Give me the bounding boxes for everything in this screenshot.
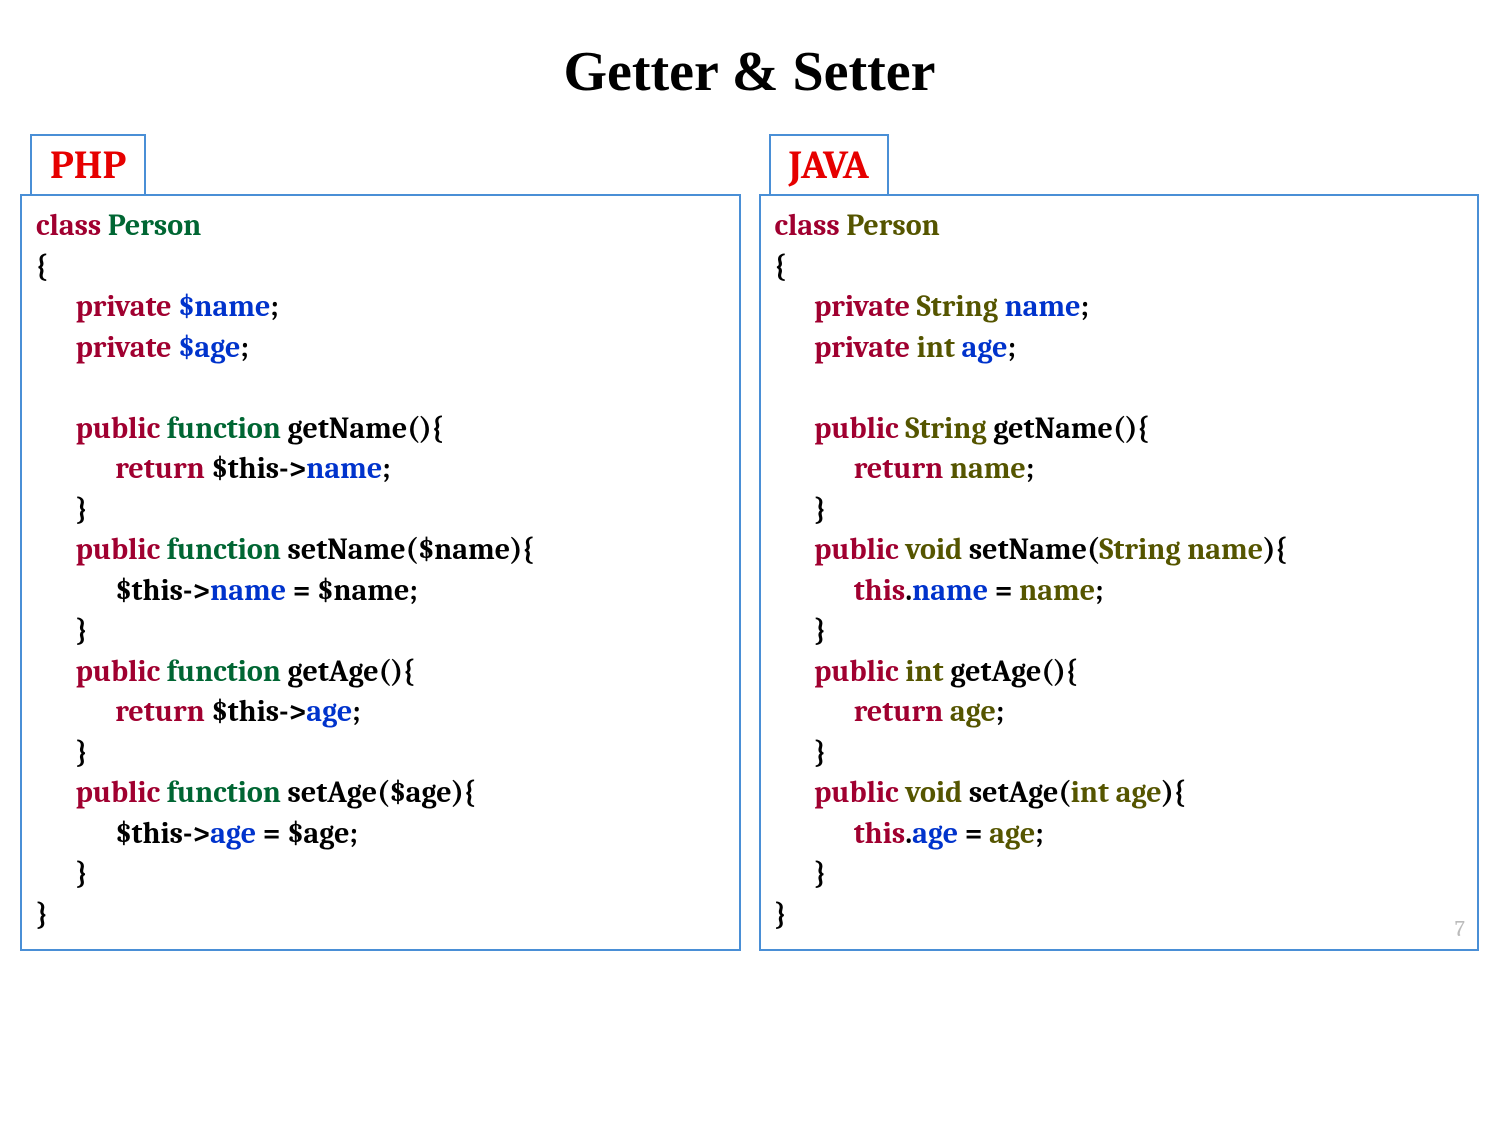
code-token: age [962, 330, 1008, 365]
code-token: function [167, 654, 288, 689]
code-token: this [775, 816, 906, 851]
code-token: ; [240, 330, 248, 365]
code-token: return [775, 451, 950, 486]
code-token: ; [1095, 573, 1103, 608]
code-token: ; [1081, 289, 1089, 324]
code-token: $this-> [211, 451, 306, 486]
code-token: public [775, 411, 906, 446]
code-token: setName( [969, 532, 1099, 567]
code-token: = $name; [286, 573, 418, 608]
code-token: private [775, 289, 917, 324]
code-token: getAge(){ [950, 654, 1077, 689]
code-token: } [36, 856, 87, 891]
code-token: void [905, 775, 969, 810]
columns: PHP class Person { private $name; privat… [20, 134, 1479, 951]
code-token: $this-> [211, 694, 306, 729]
code-token: name [1005, 289, 1081, 324]
code-token: } [775, 613, 826, 648]
code-token: { [775, 249, 787, 284]
code-token: $age [178, 330, 240, 365]
code-token: String [917, 289, 1005, 324]
code-token: age [210, 816, 256, 851]
code-token: name [210, 573, 286, 608]
code-token: private [36, 330, 178, 365]
code-token: } [36, 897, 48, 932]
code-token: ; [270, 289, 278, 324]
code-token: class [775, 208, 847, 243]
code-token: getName(){ [288, 411, 444, 446]
java-code-box: class Person { private String name; priv… [759, 194, 1480, 951]
code-token: function [167, 532, 288, 567]
code-token: ; [996, 694, 1004, 729]
code-token: class [36, 208, 101, 243]
java-label: JAVA [769, 134, 889, 196]
code-token: Person [846, 208, 939, 243]
code-token: age [1116, 775, 1162, 810]
code-token: name [1187, 532, 1263, 567]
code-token: Person [101, 208, 201, 243]
code-token: } [36, 613, 87, 648]
code-token: ; [1026, 451, 1034, 486]
code-token: ; [352, 694, 360, 729]
code-token: return [36, 694, 211, 729]
code-token: { [36, 249, 48, 284]
code-token: } [775, 856, 826, 891]
code-token: int [1071, 775, 1116, 810]
page-number: 7 [1455, 915, 1465, 945]
code-token: ; [382, 451, 390, 486]
code-token: ; [1035, 816, 1043, 851]
code-token: public [775, 532, 906, 567]
code-token: $this-> [36, 573, 210, 608]
code-token: public [36, 532, 167, 567]
code-token: } [36, 735, 87, 770]
code-token: this [775, 573, 906, 608]
code-token: int [905, 654, 950, 689]
code-token: name [1019, 573, 1095, 608]
code-token: } [36, 492, 87, 527]
code-token: name [306, 451, 382, 486]
code-token: public [775, 654, 906, 689]
code-token: ){ [1162, 775, 1186, 810]
code-token: } [775, 735, 826, 770]
code-token: String [1099, 532, 1187, 567]
code-token: public [36, 411, 167, 446]
code-token: return [775, 694, 950, 729]
code-token: age [306, 694, 352, 729]
page-title: Getter & Setter [20, 40, 1479, 104]
code-token: name [912, 573, 988, 608]
code-token: function [167, 411, 288, 446]
code-token: $this-> [36, 816, 210, 851]
code-token: setName($name){ [288, 532, 535, 567]
code-token: function [167, 775, 288, 810]
code-token: = [958, 816, 989, 851]
java-column: JAVA class Person { private String name;… [759, 134, 1480, 951]
code-token: public [36, 775, 167, 810]
php-code-box: class Person { private $name; private $a… [20, 194, 741, 951]
code-token: $name [178, 289, 270, 324]
code-token: name [950, 451, 1026, 486]
code-token: getAge(){ [288, 654, 415, 689]
code-token: ; [1008, 330, 1016, 365]
code-token: void [905, 532, 969, 567]
code-token: String [905, 411, 993, 446]
code-token: } [775, 492, 826, 527]
code-token: age [989, 816, 1035, 851]
code-token: age [912, 816, 958, 851]
code-token: getName(){ [993, 411, 1149, 446]
php-column: PHP class Person { private $name; privat… [20, 134, 741, 951]
code-token: age [950, 694, 996, 729]
code-token: public [36, 654, 167, 689]
php-label: PHP [30, 134, 146, 196]
code-token: = $age; [256, 816, 358, 851]
code-token: int [917, 330, 962, 365]
code-token: ){ [1263, 532, 1287, 567]
code-token: setAge($age){ [288, 775, 476, 810]
code-token: public [775, 775, 906, 810]
code-token: private [775, 330, 917, 365]
code-token: = [988, 573, 1019, 608]
code-token: private [36, 289, 178, 324]
code-token: setAge( [969, 775, 1071, 810]
code-token: } [775, 897, 787, 932]
code-token: return [36, 451, 211, 486]
